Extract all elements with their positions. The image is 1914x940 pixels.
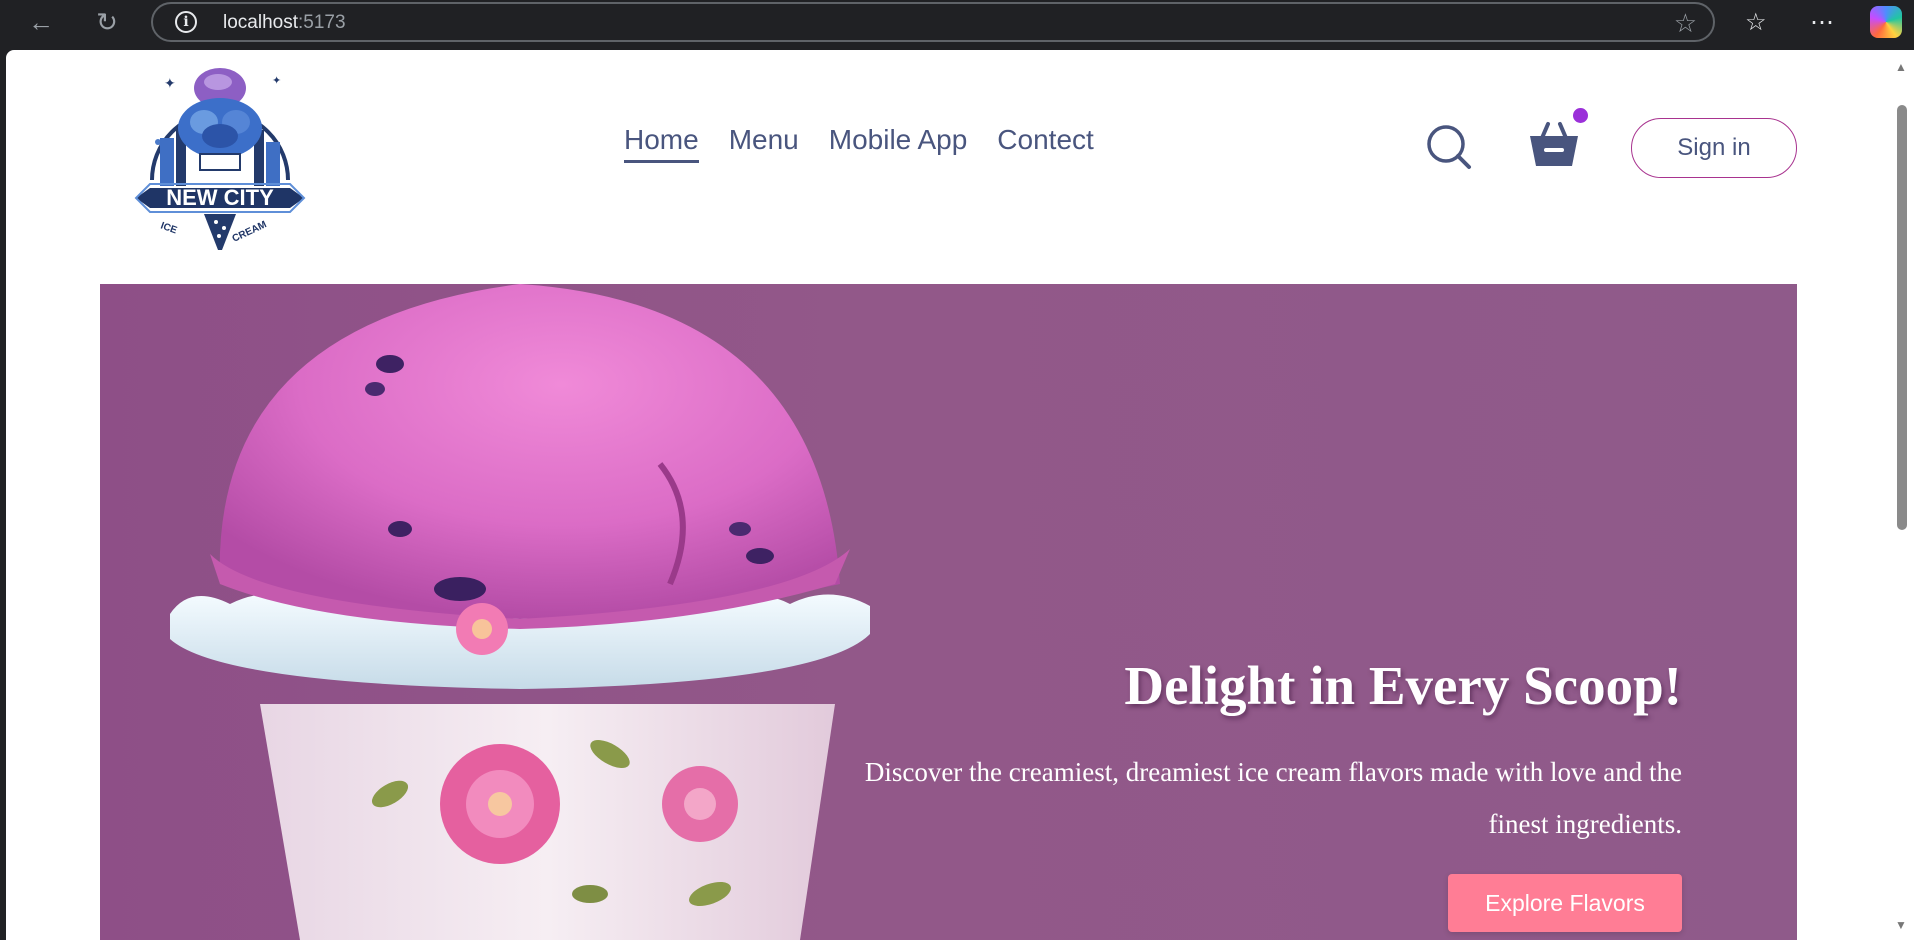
svg-text:NEW CITY: NEW CITY [166,185,274,210]
svg-text:ICE: ICE [159,220,179,236]
copilot-icon[interactable] [1870,6,1902,38]
brand-logo[interactable]: ✦ ✦ NEW CITY ICE CREAM [130,50,310,250]
hero-title: Delight in Every Scoop! [1124,655,1682,716]
back-arrow-icon[interactable]: ← [26,7,56,37]
favorites-icon[interactable]: ☆ [1745,8,1767,37]
browser-toolbar: ← ↻ i localhost:5173 ☆ ☆ ⋯ [0,0,1914,50]
svg-text:✦: ✦ [164,75,176,91]
bookmark-star-icon[interactable]: ☆ [1674,8,1697,39]
reload-icon[interactable]: ↻ [92,7,122,37]
main-nav: Home Menu Mobile App Contect [624,124,1094,163]
scroll-down-icon[interactable]: ▼ [1895,918,1907,932]
nav-mobile-app[interactable]: Mobile App [829,124,968,163]
hero-subtitle: Discover the creamiest, dreamiest ice cr… [864,757,1682,839]
sign-in-button[interactable]: Sign in [1631,118,1797,178]
scroll-up-icon[interactable]: ▲ [1895,60,1907,74]
svg-text:✦: ✦ [272,75,281,87]
nav-menu[interactable]: Menu [729,124,799,163]
scroll-thumb[interactable] [1897,105,1907,530]
svg-text:CREAM: CREAM [231,219,269,244]
search-icon[interactable] [1426,124,1472,170]
page-scrollbar[interactable]: ▲ ▼ [1891,50,1914,940]
nav-home[interactable]: Home [624,124,699,163]
explore-flavors-button[interactable]: Explore Flavors [1448,874,1682,932]
page-viewport: ✦ ✦ NEW CITY ICE CREAM Home Menu Mobile … [6,50,1891,940]
cart-notification-badge [1573,108,1588,123]
more-menu-icon[interactable]: ⋯ [1810,8,1834,37]
site-info-icon[interactable]: i [175,11,197,33]
nav-contact[interactable]: Contect [997,124,1094,163]
basket-icon[interactable] [1526,118,1582,170]
url-text: localhost:5173 [223,12,346,33]
hero-banner: Delight in Every Scoop! Discover the cre… [100,284,1797,940]
address-bar[interactable]: i localhost:5173 ☆ [151,2,1715,42]
